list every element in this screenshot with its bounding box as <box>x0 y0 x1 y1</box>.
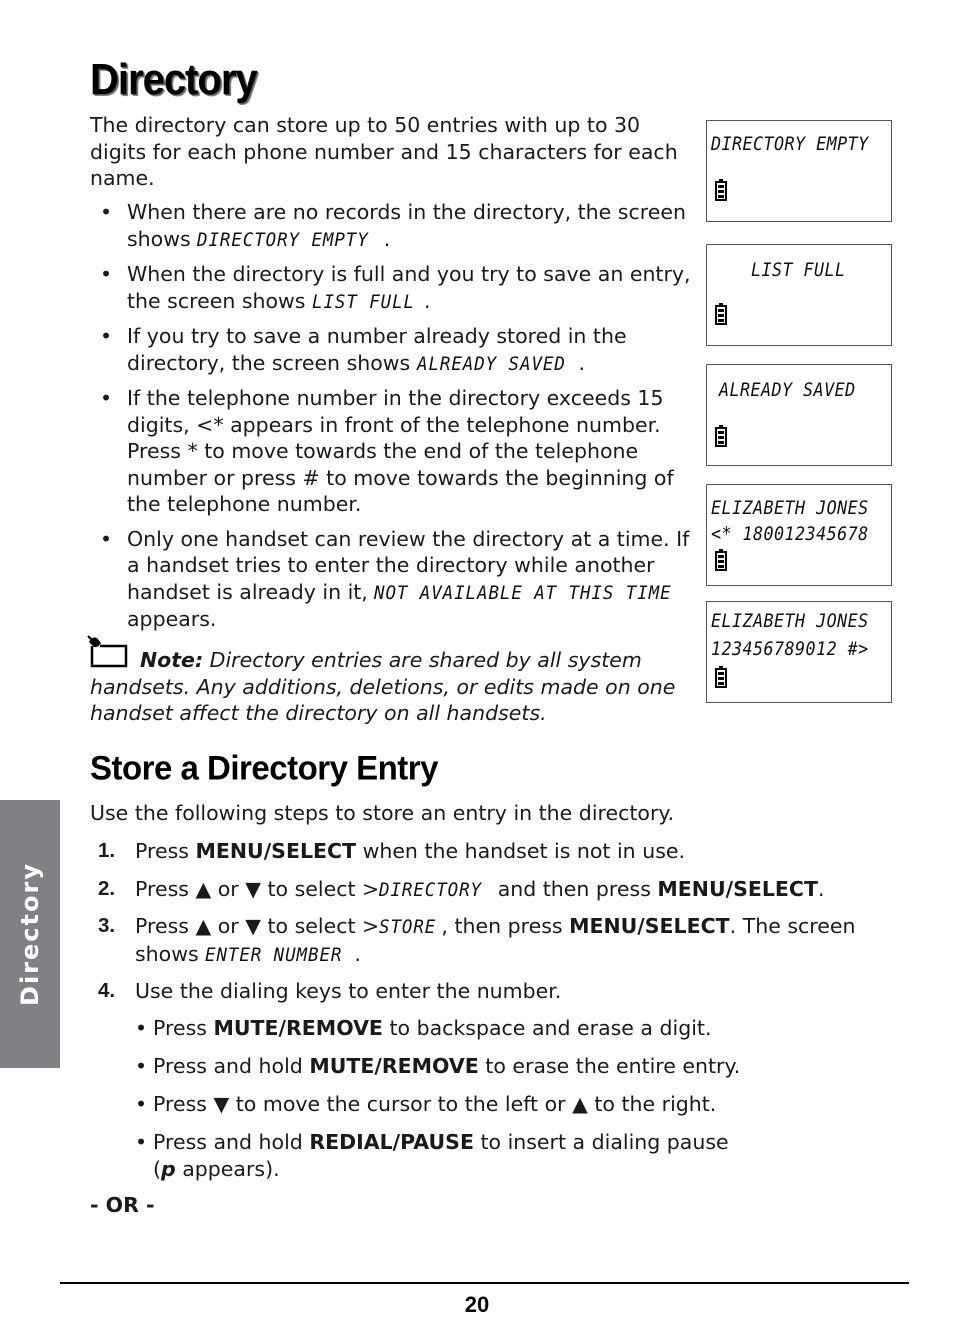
lcd-screen-directory-empty: DIRECTORY EMPTY <box>706 120 892 222</box>
lcd-text: ALREADY SAVED <box>416 352 566 375</box>
section-title: Store a Directory Entry <box>90 748 438 787</box>
lcd-text: LIST FULL <box>312 290 416 313</box>
lcd-text: DIRECTORY EMPTY <box>197 228 369 251</box>
battery-icon <box>715 179 727 201</box>
bullet-dot: • <box>100 262 113 286</box>
bullet-item: • If you try to save a number already st… <box>100 323 700 377</box>
bullet-item: • When the directory is full and you try… <box>100 261 700 315</box>
page-number: 20 <box>464 1292 490 1317</box>
footer-divider <box>60 1282 909 1284</box>
intro-paragraph: The directory can store up to 50 entries… <box>90 113 678 190</box>
lcd-screen-already-saved: ALREADY SAVED <box>706 364 892 466</box>
bullet-dot: • <box>100 526 113 551</box>
lcd-screen-long-number-start: ELIZABETH JONES <* 180012345678 <box>706 484 892 586</box>
sub-bullet-item: • Press and hold MUTE/REMOVE to erase the… <box>135 1054 741 1078</box>
battery-icon <box>715 303 727 325</box>
step-number: 2. <box>98 877 116 900</box>
lcd-text: NOT AVAILABLE AT THIS TIME <box>374 581 672 604</box>
note-label: Note: <box>140 648 204 672</box>
step-number: 4. <box>98 979 116 1002</box>
note-paragraph: Note: Directory entries are shared by al… <box>90 647 680 727</box>
steps-intro: Use the following steps to store an entr… <box>90 801 675 825</box>
battery-icon <box>715 425 727 447</box>
lcd-screen-list-full: LIST FULL <box>706 244 892 346</box>
page-title: Directory <box>90 56 258 104</box>
lcd-text: STORE <box>379 916 437 938</box>
chapter-side-tab-label: Directory <box>16 862 44 1006</box>
step-number: 3. <box>98 914 116 937</box>
battery-icon <box>715 549 727 571</box>
bullet-item: • Only one handset can review the direct… <box>100 526 690 632</box>
bullet-dot: • <box>100 386 113 410</box>
lcd-text: DIRECTORY <box>379 879 483 901</box>
bullet-item: • If the telephone number in the directo… <box>100 386 674 516</box>
lcd-text: ENTER NUMBER <box>205 943 343 966</box>
lcd-screen-long-number-end: ELIZABETH JONES 123456789012 #> <box>706 601 892 703</box>
chapter-side-tab: Directory <box>0 800 60 1068</box>
sub-bullet-item: • Press MUTE/REMOVE to backspace and eras… <box>135 1016 712 1040</box>
sub-bullet-item: • Press and hold REDIAL/PAUSE to insert a… <box>135 1130 729 1181</box>
step-number: 1. <box>98 839 116 862</box>
sub-bullet-item: • Press ▼ to move the cursor to the left … <box>135 1092 717 1116</box>
bullet-item: • When there are no records in the direc… <box>100 199 700 253</box>
directory-bullet-list: • When there are no records in the direc… <box>100 199 700 641</box>
battery-icon <box>715 666 727 688</box>
or-separator: - OR - <box>90 1193 155 1217</box>
bullet-dot: • <box>100 324 113 348</box>
pause-symbol: p <box>161 1156 176 1181</box>
bullet-dot: • <box>100 200 113 224</box>
